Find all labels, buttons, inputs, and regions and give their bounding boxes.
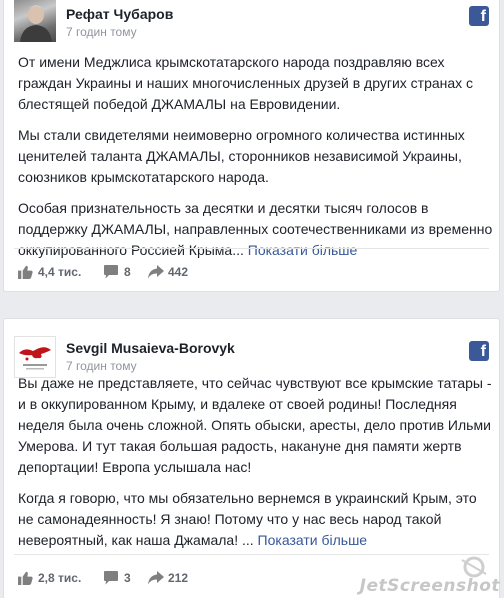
- comment-count: 3: [124, 571, 131, 585]
- post-body: Вы даже не представляете, что сейчас чув…: [18, 373, 493, 551]
- ellipsis: ...: [238, 532, 258, 548]
- post-card: Рефат Чубаров 7 годин тому f От имени Ме…: [3, 0, 500, 292]
- post-timestamp[interactable]: 7 годин тому: [66, 25, 137, 39]
- share-icon: [148, 265, 164, 279]
- avatar[interactable]: [14, 0, 56, 42]
- show-more-link[interactable]: Показати більше: [258, 532, 368, 548]
- like-icon: [18, 571, 33, 585]
- divider: [14, 248, 489, 249]
- post-author[interactable]: Рефат Чубаров: [66, 6, 173, 22]
- post-body: От имени Меджлиса крымскотатарского наро…: [18, 52, 493, 261]
- post-paragraph: Когда я говорю, что мы обязательно верне…: [18, 488, 493, 551]
- post-paragraph: Вы даже не представляете, что сейчас чув…: [18, 375, 492, 475]
- comment-icon: [104, 571, 118, 585]
- post-card: Sevgil Musaieva-Borovyk 7 годин тому f В…: [3, 318, 500, 598]
- facebook-icon[interactable]: f: [469, 6, 489, 26]
- comment-icon: [104, 265, 118, 279]
- watermark-logo-icon: [461, 556, 487, 578]
- show-more-link[interactable]: Показати більше: [248, 242, 358, 258]
- share-count: 212: [168, 571, 189, 585]
- post-paragraph: От имени Меджлиса крымскотатарского наро…: [18, 54, 474, 112]
- divider: [14, 554, 489, 555]
- watermark: JetScreenshot: [359, 576, 500, 596]
- avatar[interactable]: [14, 336, 56, 378]
- post-timestamp[interactable]: 7 годин тому: [66, 359, 137, 373]
- post-paragraph: Мы стали свидетелями неимоверно огромног…: [18, 127, 465, 185]
- post-paragraph: Особая признательность за десятки и деся…: [18, 198, 493, 261]
- like-count: 4,4 тис.: [38, 265, 82, 279]
- like-count: 2,8 тис.: [38, 571, 82, 585]
- post-author[interactable]: Sevgil Musaieva-Borovyk: [66, 340, 235, 356]
- share-count: 442: [168, 265, 189, 279]
- ellipsis: ...: [232, 242, 248, 258]
- comment-count: 8: [124, 265, 131, 279]
- facebook-icon[interactable]: f: [469, 341, 489, 361]
- like-icon: [18, 265, 33, 279]
- share-icon: [148, 571, 164, 585]
